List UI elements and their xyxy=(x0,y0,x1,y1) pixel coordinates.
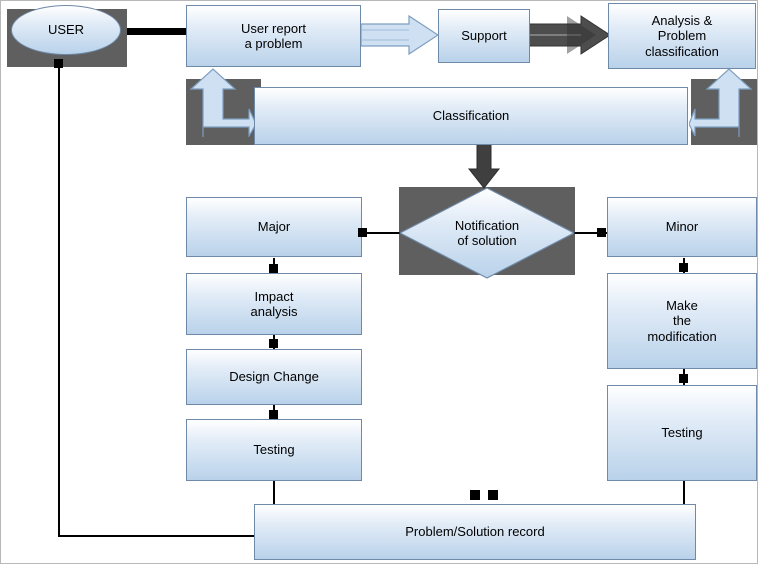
node-testing-left-label: Testing xyxy=(253,442,295,458)
node-impact-analysis-label: Impact analysis xyxy=(250,288,298,319)
connector-record-to-user-vertical xyxy=(58,63,60,537)
diagram-canvas: USER User report a problem Support Analy… xyxy=(0,0,758,564)
node-testing-left[interactable]: Testing xyxy=(186,419,362,481)
node-classification-label: Classification xyxy=(432,108,510,124)
arrow-classification-right-up xyxy=(689,68,753,137)
node-record[interactable]: Problem/Solution record xyxy=(254,504,696,560)
connector-endpoint-modification xyxy=(679,263,688,272)
arrow-support-to-analysis xyxy=(529,15,611,55)
node-user-report-label: User report a problem xyxy=(240,20,307,51)
connector-endpoint-record-left xyxy=(470,490,480,500)
connector-endpoint-record-right xyxy=(488,490,498,500)
connector-testing-right-down xyxy=(683,481,685,506)
connector-record-to-user-horizontal xyxy=(58,535,258,537)
node-design-change-label: Design Change xyxy=(229,369,319,385)
node-major-label: Major xyxy=(257,219,291,235)
node-classification[interactable]: Classification xyxy=(254,87,688,145)
node-notification[interactable]: Notification of solution xyxy=(398,187,576,279)
node-support-label: Support xyxy=(461,28,507,44)
connector-endpoint-testing-right xyxy=(679,374,688,383)
node-impact-analysis[interactable]: Impact analysis xyxy=(186,273,362,335)
node-major[interactable]: Major xyxy=(186,197,362,257)
node-make-modification[interactable]: Make the modification xyxy=(607,273,757,369)
node-design-change[interactable]: Design Change xyxy=(186,349,362,405)
node-user-label: USER xyxy=(47,22,85,38)
node-make-modification-label: Make the modification xyxy=(647,298,717,344)
connector-endpoint-impact xyxy=(269,264,278,273)
connector-endpoint-minor xyxy=(597,228,606,237)
node-analysis[interactable]: Analysis & Problem classification xyxy=(608,3,756,69)
node-minor[interactable]: Minor xyxy=(607,197,757,257)
connector-endpoint-testing-left xyxy=(269,410,278,419)
node-testing-right[interactable]: Testing xyxy=(607,385,757,481)
node-testing-right-label: Testing xyxy=(661,425,703,441)
node-user-report[interactable]: User report a problem xyxy=(186,5,361,67)
arrow-classification-to-notification xyxy=(468,143,500,189)
connector-testing-left-down xyxy=(273,481,275,506)
connector-endpoint-major xyxy=(358,228,367,237)
diamond-shape xyxy=(398,187,576,279)
arrow-classification-left-up xyxy=(189,68,257,137)
node-analysis-label: Analysis & Problem classification xyxy=(645,13,719,59)
node-record-label: Problem/Solution record xyxy=(405,524,545,540)
node-user[interactable]: USER xyxy=(11,5,121,55)
node-minor-label: Minor xyxy=(665,219,699,235)
connector-user-to-report xyxy=(127,28,187,35)
connector-major-to-notification xyxy=(362,232,402,234)
arrow-report-to-support xyxy=(361,14,439,56)
connector-endpoint-user xyxy=(54,59,63,68)
node-support[interactable]: Support xyxy=(438,9,530,63)
connector-endpoint-design xyxy=(269,339,278,348)
